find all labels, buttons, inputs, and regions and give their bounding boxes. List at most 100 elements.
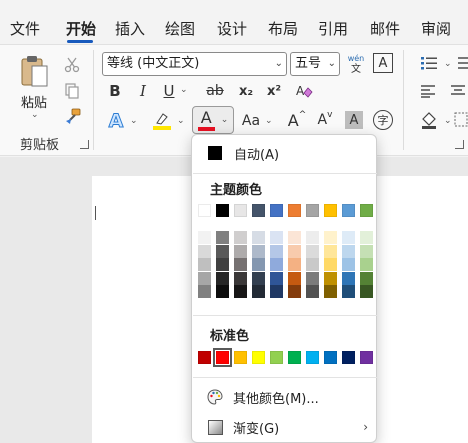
more-colors-item[interactable]: 其他颜色(M)...: [200, 384, 368, 410]
theme-shade-swatch[interactable]: [324, 244, 337, 258]
borders-button[interactable]: [454, 109, 468, 131]
theme-shade-swatch[interactable]: [252, 285, 265, 299]
tab-design[interactable]: 设计: [217, 19, 247, 39]
tab-file[interactable]: 文件: [10, 19, 40, 39]
chevron-down-icon[interactable]: ⌄: [275, 53, 283, 75]
numbering-button[interactable]: [454, 54, 468, 72]
theme-shade-swatch[interactable]: [324, 231, 337, 244]
format-painter-button[interactable]: [62, 107, 84, 127]
tab-mailings[interactable]: 邮件: [370, 19, 400, 39]
theme-shade-swatch[interactable]: [216, 258, 229, 272]
clipboard-launcher-icon[interactable]: [80, 140, 89, 149]
theme-shade-swatch[interactable]: [306, 231, 319, 244]
theme-shade-swatch[interactable]: [306, 285, 319, 299]
theme-shade-swatch[interactable]: [288, 244, 301, 258]
tab-draw[interactable]: 绘图: [165, 19, 195, 39]
theme-shade-swatch[interactable]: [198, 231, 211, 244]
shrink-font-button[interactable]: Av: [315, 108, 335, 132]
theme-shade-swatch[interactable]: [270, 258, 283, 272]
theme-shade-swatch[interactable]: [342, 258, 355, 272]
standard-color-swatch[interactable]: [234, 351, 247, 364]
theme-shade-swatch[interactable]: [216, 271, 229, 285]
highlight-color-button[interactable]: [150, 108, 174, 132]
theme-color-swatch[interactable]: [306, 204, 319, 217]
theme-shade-swatch[interactable]: [252, 271, 265, 285]
shading-dropdown-arrow[interactable]: ⌄: [444, 116, 452, 126]
shading-button[interactable]: [418, 109, 440, 131]
theme-color-swatch[interactable]: [360, 204, 373, 217]
theme-color-swatch[interactable]: [288, 204, 301, 217]
theme-shade-swatch[interactable]: [270, 285, 283, 299]
theme-shade-swatch[interactable]: [198, 271, 211, 285]
highlight-dropdown-arrow[interactable]: ⌄: [177, 116, 185, 126]
theme-shade-swatch[interactable]: [252, 244, 265, 258]
clear-formatting-button[interactable]: A: [293, 81, 315, 101]
theme-shade-swatch[interactable]: [342, 231, 355, 244]
bullets-button[interactable]: [418, 54, 440, 72]
theme-shade-swatch[interactable]: [252, 231, 265, 244]
automatic-color-item[interactable]: 自动(A): [200, 140, 368, 166]
standard-color-swatch[interactable]: [252, 351, 265, 364]
font-color-dropdown-arrow[interactable]: ⌄: [221, 115, 229, 125]
tab-layout[interactable]: 布局: [268, 19, 298, 39]
theme-shade-swatch[interactable]: [234, 285, 247, 299]
standard-color-swatch[interactable]: [342, 351, 355, 364]
phonetic-guide-button[interactable]: wén 文: [344, 50, 368, 78]
theme-shade-swatch[interactable]: [342, 285, 355, 299]
tab-references[interactable]: 引用: [318, 19, 348, 39]
theme-shade-swatch[interactable]: [216, 231, 229, 244]
theme-shade-swatch[interactable]: [288, 271, 301, 285]
theme-shade-swatch[interactable]: [360, 244, 373, 258]
theme-shade-swatch[interactable]: [324, 258, 337, 272]
cut-button[interactable]: [62, 55, 82, 75]
change-case-button[interactable]: Aa: [239, 110, 263, 132]
theme-shade-swatch[interactable]: [198, 244, 211, 258]
bold-button[interactable]: B: [106, 81, 124, 101]
paste-dropdown-arrow[interactable]: ⌄: [31, 110, 39, 120]
theme-shade-swatch[interactable]: [216, 285, 229, 299]
paragraph-launcher-icon[interactable]: [455, 140, 464, 149]
theme-shade-swatch[interactable]: [342, 244, 355, 258]
theme-shade-swatch[interactable]: [342, 271, 355, 285]
theme-shade-swatch[interactable]: [360, 258, 373, 272]
theme-shade-swatch[interactable]: [324, 271, 337, 285]
chevron-down-icon[interactable]: ⌄: [328, 53, 336, 75]
change-case-dropdown-arrow[interactable]: ⌄: [265, 116, 273, 126]
theme-shade-swatch[interactable]: [360, 271, 373, 285]
theme-color-swatch[interactable]: [198, 204, 211, 217]
grow-font-button[interactable]: A ^: [287, 108, 307, 132]
superscript-button[interactable]: x²: [264, 81, 284, 101]
standard-color-swatch[interactable]: [324, 351, 337, 364]
text-effects-button[interactable]: A: [104, 110, 128, 133]
character-border-button[interactable]: A: [373, 53, 393, 73]
gradient-item[interactable]: 渐变(G) ›: [200, 414, 368, 440]
theme-shade-swatch[interactable]: [360, 231, 373, 244]
theme-shade-swatch[interactable]: [324, 285, 337, 299]
theme-shade-swatch[interactable]: [198, 258, 211, 272]
theme-shade-swatch[interactable]: [288, 258, 301, 272]
paste-label[interactable]: 粘贴: [21, 92, 47, 111]
theme-shade-swatch[interactable]: [234, 271, 247, 285]
tab-review[interactable]: 审阅: [421, 19, 451, 39]
font-size-combo[interactable]: 五号 ⌄: [290, 52, 340, 76]
tab-home[interactable]: 开始: [66, 19, 96, 39]
theme-shade-swatch[interactable]: [216, 244, 229, 258]
tab-insert[interactable]: 插入: [115, 19, 145, 39]
theme-shade-swatch[interactable]: [252, 258, 265, 272]
theme-shade-swatch[interactable]: [360, 285, 373, 299]
character-shading-button[interactable]: A: [345, 111, 363, 129]
theme-color-swatch[interactable]: [270, 204, 283, 217]
theme-color-swatch[interactable]: [342, 204, 355, 217]
italic-button[interactable]: I: [134, 81, 152, 101]
standard-color-swatch[interactable]: [213, 348, 232, 367]
theme-shade-swatch[interactable]: [270, 244, 283, 258]
standard-color-swatch[interactable]: [198, 351, 211, 364]
theme-shade-swatch[interactable]: [234, 258, 247, 272]
theme-shade-swatch[interactable]: [234, 244, 247, 258]
theme-color-swatch[interactable]: [234, 204, 247, 217]
underline-dropdown-arrow[interactable]: ⌄: [180, 85, 188, 95]
theme-shade-swatch[interactable]: [288, 285, 301, 299]
standard-color-swatch[interactable]: [360, 351, 373, 364]
standard-color-swatch[interactable]: [270, 351, 283, 364]
theme-shade-swatch[interactable]: [234, 231, 247, 244]
